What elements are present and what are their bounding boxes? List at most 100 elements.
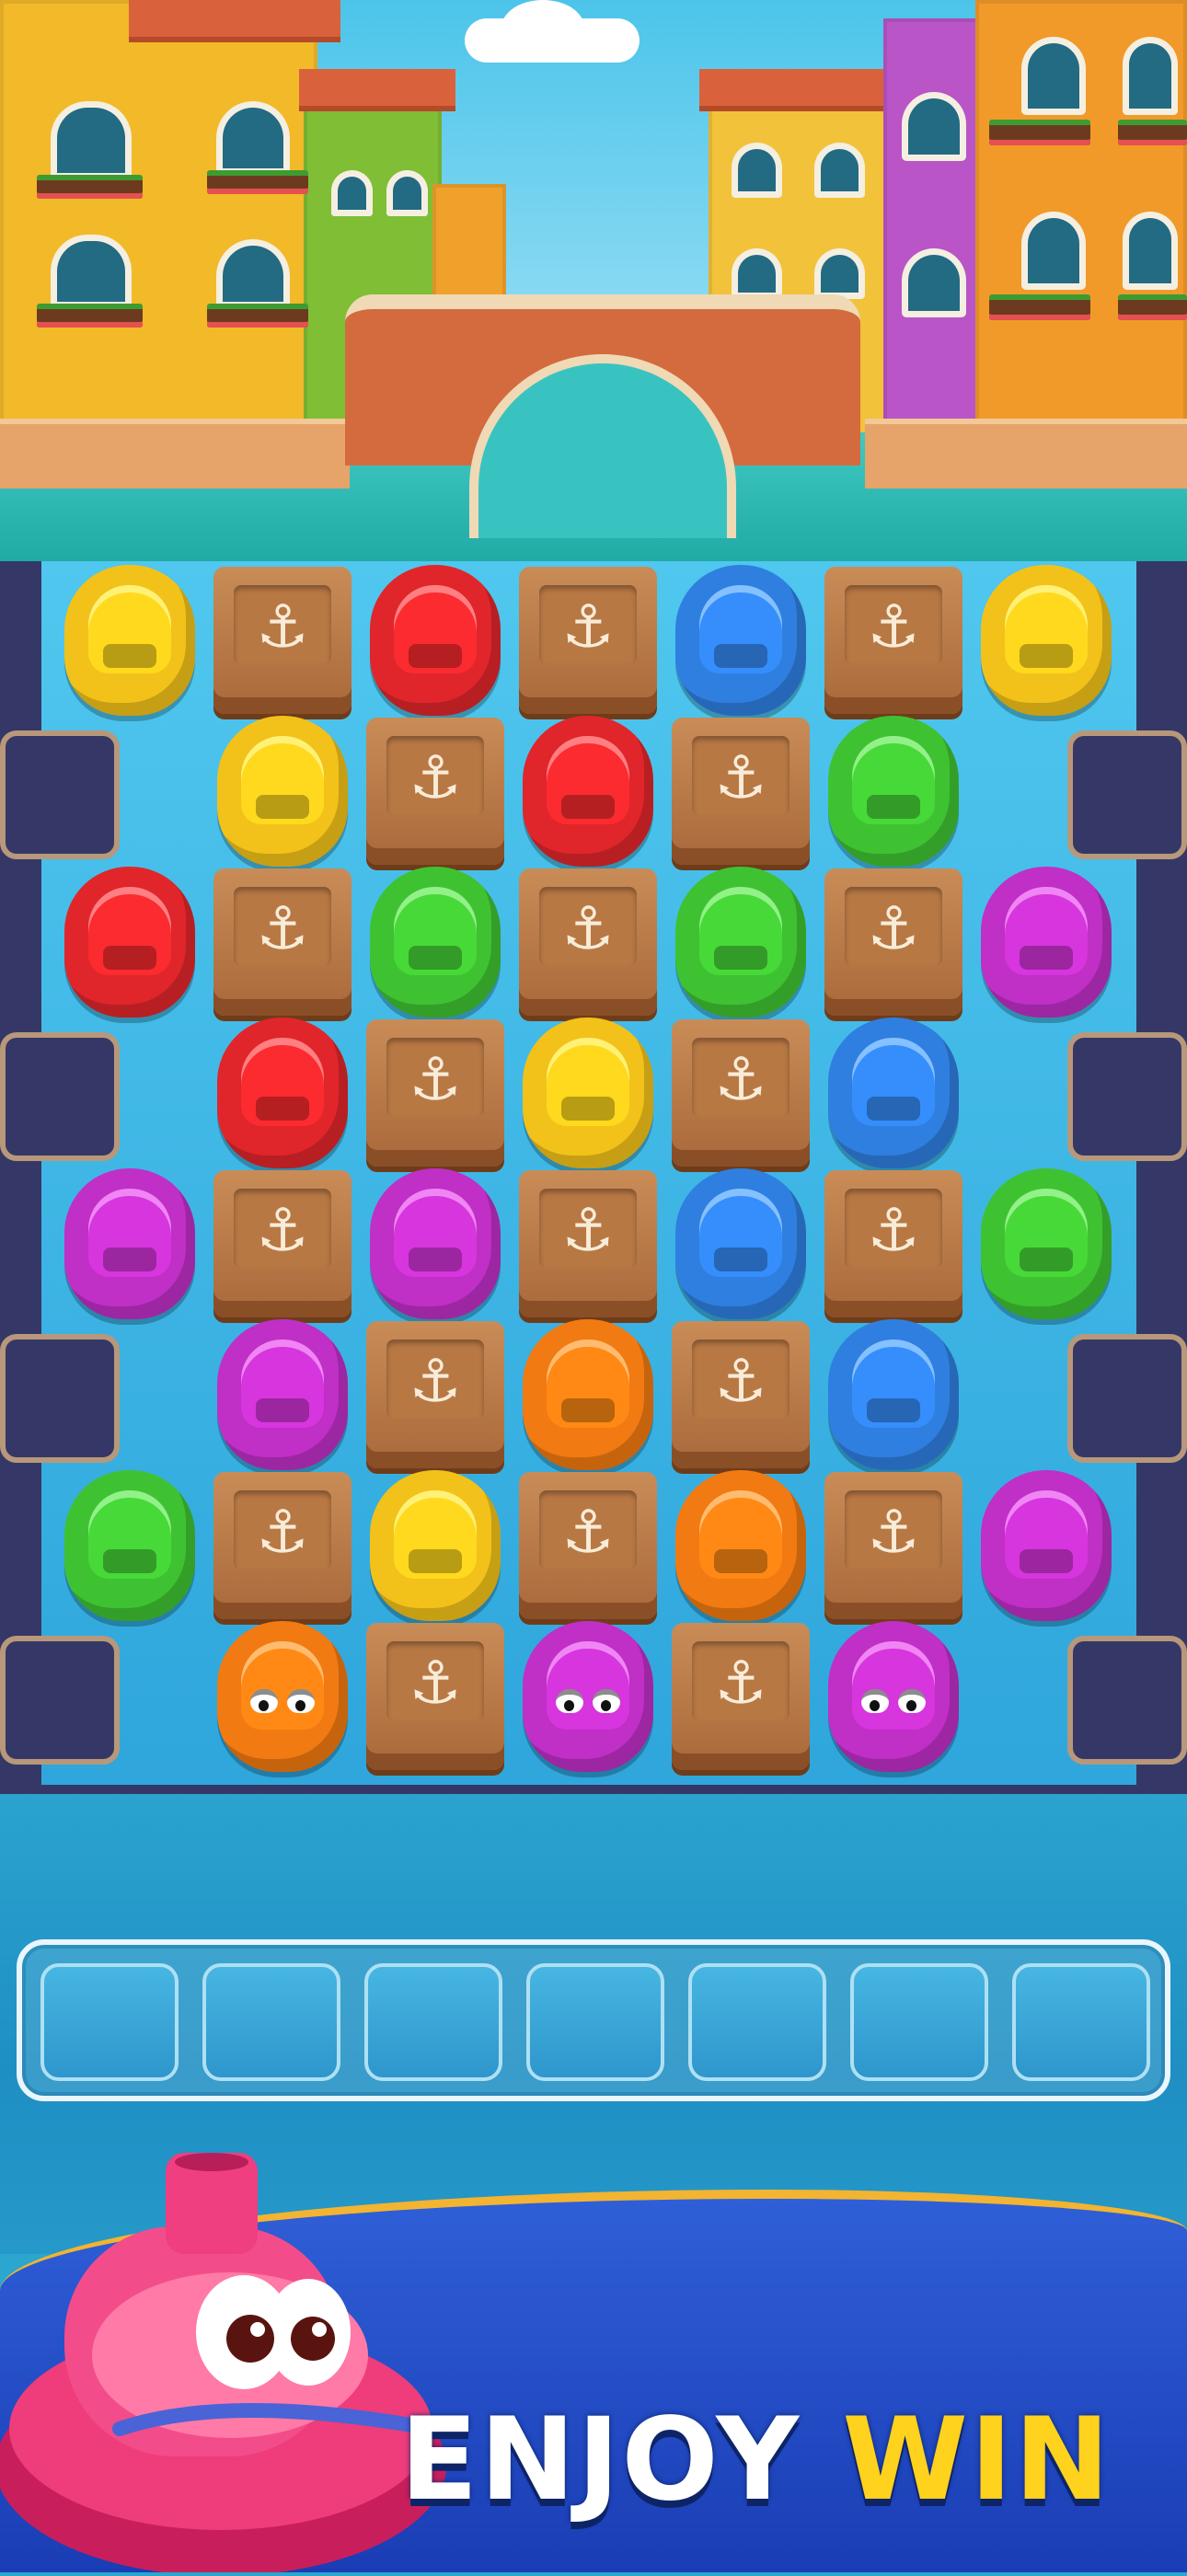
anchor-icon: ⚓ <box>409 1348 462 1416</box>
boat-eyes <box>861 1689 928 1715</box>
magenta-boat[interactable] <box>210 1316 355 1474</box>
pier-dock <box>0 1032 120 1161</box>
anchor-crate: ⚓ <box>515 1466 661 1625</box>
magenta-boat[interactable] <box>57 1165 202 1323</box>
tray-slot <box>40 1963 179 2081</box>
yellow-boat[interactable] <box>515 1014 661 1172</box>
anchor-icon: ⚓ <box>714 1650 767 1718</box>
pier-dock <box>0 1636 120 1765</box>
anchor-icon: ⚓ <box>867 1499 920 1567</box>
magenta-boat[interactable] <box>974 1466 1119 1625</box>
title-highlight: WIN <box>842 2394 1112 2526</box>
anchor-crate: ⚓ <box>515 863 661 1021</box>
tray-slot <box>850 1963 988 2081</box>
pier-dock <box>0 1334 120 1463</box>
yellow-boat[interactable] <box>210 712 355 870</box>
title-main: ENJOY <box>399 2394 801 2526</box>
tray-slot <box>688 1963 826 2081</box>
tray-slot <box>202 1963 340 2081</box>
anchor-crate: ⚓ <box>515 561 661 719</box>
cloud <box>501 0 584 55</box>
window <box>902 248 966 317</box>
green-boat[interactable] <box>668 863 813 1021</box>
anchor-icon: ⚓ <box>714 1348 767 1416</box>
blue-boat[interactable] <box>668 1165 813 1323</box>
green-boat[interactable] <box>821 712 966 870</box>
flower-box <box>207 304 308 328</box>
anchor-crate: ⚓ <box>363 712 508 870</box>
window <box>216 239 290 308</box>
window <box>1123 37 1178 115</box>
window <box>902 92 966 161</box>
anchor-crate: ⚓ <box>363 1014 508 1172</box>
anchor-crate: ⚓ <box>668 1014 813 1172</box>
anchor-icon: ⚓ <box>561 1197 615 1265</box>
roof <box>699 69 893 111</box>
orange-boat[interactable] <box>668 1466 813 1625</box>
magenta-boat[interactable] <box>821 1617 966 1776</box>
anchor-crate: ⚓ <box>210 863 355 1021</box>
orange-boat[interactable] <box>210 1617 355 1776</box>
anchor-icon: ⚓ <box>409 1046 462 1114</box>
anchor-icon: ⚓ <box>256 593 309 661</box>
roof <box>299 69 455 111</box>
anchor-icon: ⚓ <box>256 1499 309 1567</box>
anchor-crate: ⚓ <box>210 561 355 719</box>
pier-dock <box>1067 1636 1187 1765</box>
window <box>216 101 290 175</box>
red-boat[interactable] <box>57 863 202 1021</box>
red-boat[interactable] <box>515 712 661 870</box>
anchor-crate: ⚓ <box>210 1165 355 1323</box>
anchor-crate: ⚓ <box>668 1316 813 1474</box>
magenta-boat[interactable] <box>974 863 1119 1021</box>
flower-box <box>989 120 1090 145</box>
magenta-boat[interactable] <box>515 1617 661 1776</box>
yellow-boat[interactable] <box>363 1466 508 1625</box>
boat-eyes <box>556 1689 622 1715</box>
anchor-icon: ⚓ <box>867 593 920 661</box>
red-boat[interactable] <box>210 1014 355 1172</box>
anchor-icon: ⚓ <box>256 1197 309 1265</box>
pink-boat-mascot-icon <box>0 2153 460 2576</box>
anchor-icon: ⚓ <box>256 895 309 963</box>
magenta-boat[interactable] <box>363 1165 508 1323</box>
green-boat[interactable] <box>57 1466 202 1625</box>
boat-slot-tray <box>17 1939 1170 2101</box>
blue-boat[interactable] <box>668 561 813 719</box>
quay-left <box>0 419 350 489</box>
anchor-icon: ⚓ <box>714 744 767 812</box>
anchor-crate: ⚓ <box>821 561 966 719</box>
anchor-crate: ⚓ <box>821 1466 966 1625</box>
anchor-icon: ⚓ <box>561 895 615 963</box>
anchor-crate: ⚓ <box>821 863 966 1021</box>
orange-boat[interactable] <box>515 1316 661 1474</box>
anchor-crate: ⚓ <box>668 712 813 870</box>
window <box>51 235 132 308</box>
anchor-crate: ⚓ <box>363 1316 508 1474</box>
window <box>732 143 782 198</box>
green-boat[interactable] <box>974 1165 1119 1323</box>
house-left-yellow <box>0 0 317 432</box>
house-right-purple <box>883 18 985 432</box>
window <box>1123 212 1178 290</box>
flower-box <box>207 170 308 194</box>
green-boat[interactable] <box>363 863 508 1021</box>
window <box>814 143 865 198</box>
flower-box <box>37 175 143 199</box>
flower-box <box>1118 294 1187 320</box>
anchor-icon: ⚓ <box>714 1046 767 1114</box>
anchor-icon: ⚓ <box>867 1197 920 1265</box>
blue-boat[interactable] <box>821 1316 966 1474</box>
flower-box <box>1118 120 1187 145</box>
blue-boat[interactable] <box>821 1014 966 1172</box>
pier-dock <box>1067 1032 1187 1161</box>
anchor-crate: ⚓ <box>515 1165 661 1323</box>
pier-dock <box>1067 730 1187 859</box>
boat-eyes <box>250 1689 317 1715</box>
window <box>51 101 132 179</box>
yellow-boat[interactable] <box>974 561 1119 719</box>
pier-dock <box>0 730 120 859</box>
yellow-boat[interactable] <box>57 561 202 719</box>
quay-right <box>865 419 1187 489</box>
red-boat[interactable] <box>363 561 508 719</box>
